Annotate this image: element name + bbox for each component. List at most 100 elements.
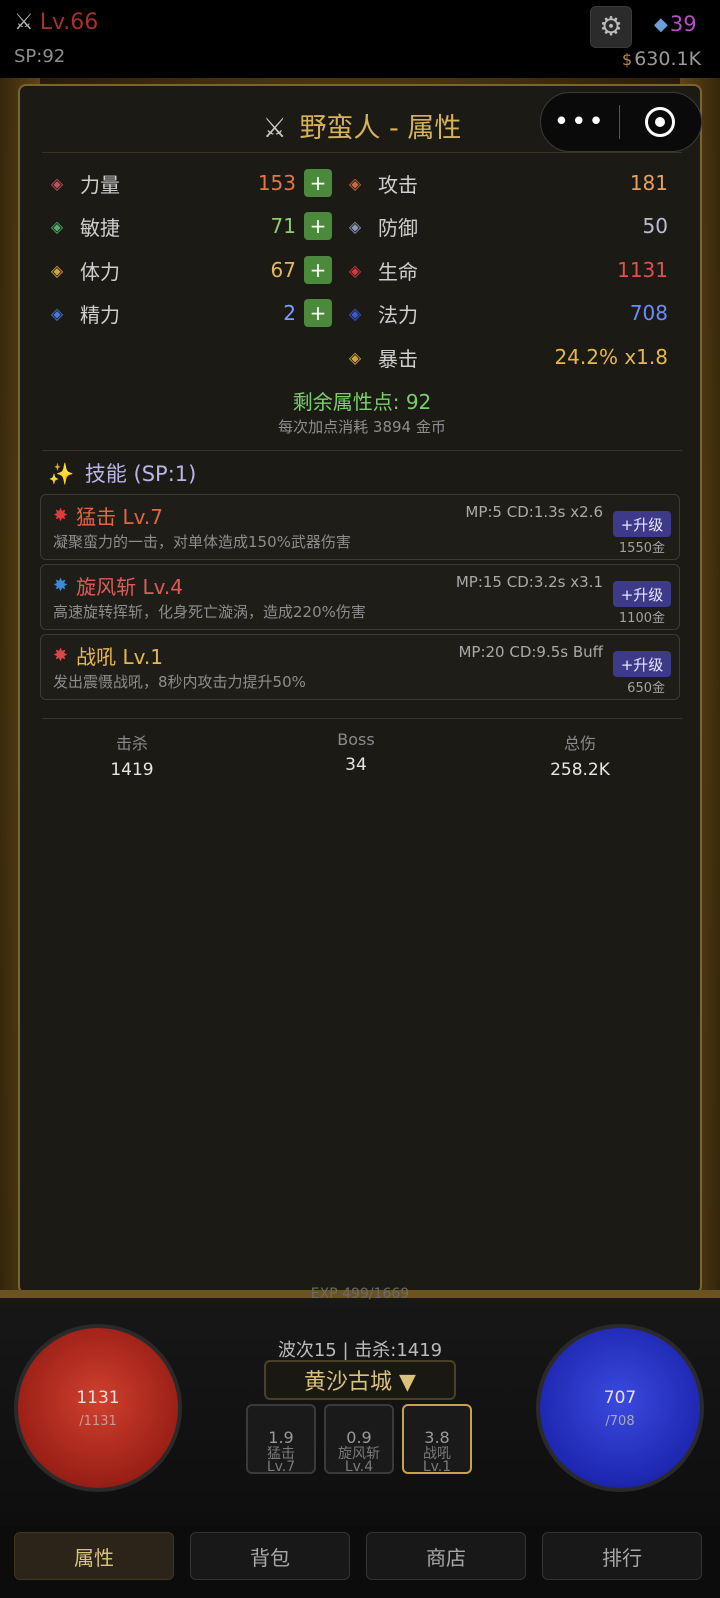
- gold-counter: $ 630.1K: [622, 48, 701, 70]
- player-level: ⚔ Lv.66: [14, 10, 98, 35]
- settings-button[interactable]: ⚙: [590, 6, 632, 48]
- summary-divider: [42, 718, 682, 719]
- stat-value: 67: [270, 258, 296, 282]
- skill-slot[interactable]: 3.8 战吼 Lv.1: [402, 1404, 472, 1475]
- heart-gem-icon: ◈: [348, 260, 362, 280]
- skills-heading: ✨ 技能 (SP:1): [48, 458, 196, 488]
- stat-label: 敏捷: [80, 215, 120, 240]
- skill-name-text: 旋风斩 Lv.4: [76, 575, 183, 599]
- skill-meta: MP:5 CD:1.3s x2.6: [465, 503, 603, 521]
- stat-row-left: ◈ 敏捷: [44, 209, 120, 243]
- stat-label: 防御: [378, 215, 418, 240]
- summary-label: 总伤: [563, 734, 596, 753]
- hp-current: 1131: [76, 1387, 120, 1408]
- skill-name: ✸ 旋风斩 Lv.4: [53, 571, 183, 600]
- add-stat-button[interactable]: +: [304, 169, 332, 197]
- point-cost-note: 每次加点消耗 3894 金币: [278, 418, 446, 436]
- stat-row-right: ◈ 攻击: [342, 166, 418, 200]
- summary-label: 击杀: [115, 734, 148, 753]
- upgrade-cost: 650金: [627, 681, 665, 696]
- crossed-swords-icon: ⚔: [262, 113, 287, 144]
- gold-amount: 630.1K: [634, 48, 702, 70]
- stat-value: 50: [642, 214, 668, 238]
- attribute-panel: ⚔ 野蛮人 - 属性 ✕ ••• ◈力量153+◈敏捷71+◈体力67+◈精力2…: [18, 84, 702, 1294]
- stat-value: 708: [629, 301, 668, 325]
- stat-label: 暴击: [378, 346, 418, 371]
- add-stat-button[interactable]: +: [304, 212, 332, 240]
- mana-gem-icon: ◈: [348, 303, 362, 323]
- exit-miniprogram-button[interactable]: [620, 107, 701, 137]
- skill-slot[interactable]: 0.9 旋风斩 Lv.4: [324, 1404, 394, 1475]
- stat-value: 2: [283, 301, 296, 325]
- gem-count: 39: [669, 12, 697, 36]
- tab-button[interactable]: 排行: [542, 1532, 702, 1580]
- section-divider: [42, 450, 682, 451]
- upgrade-skill-button[interactable]: +升级: [613, 581, 671, 607]
- hp-max: /1131: [79, 1413, 117, 1429]
- skill-card: ✸ 猛击 Lv.7 MP:5 CD:1.3s x2.6 凝聚蛮力的一击，对单体造成15…: [40, 494, 680, 560]
- stat-label: 力量: [80, 172, 120, 197]
- more-menu-button[interactable]: •••: [541, 107, 619, 137]
- skill-name-text: 战吼 Lv.1: [76, 645, 163, 669]
- sun-icon: ◈: [50, 260, 64, 280]
- skill-name: ✸ 猛击 Lv.7: [53, 501, 163, 530]
- crit-icon: ◈: [348, 347, 362, 367]
- zone-selector[interactable]: 黄沙古城 ▼: [264, 1360, 456, 1400]
- skill-card: ✸ 旋风斩 Lv.4 MP:15 CD:3.2s x3.1 高速旋转挥斩，化身死亡漩涡…: [40, 564, 680, 630]
- stat-row-left: ◈ 力量: [44, 166, 120, 200]
- orb-icon: ◈: [50, 303, 64, 323]
- shield-icon: ◈: [348, 216, 362, 236]
- skill-points: SP:92: [14, 46, 66, 67]
- skill-slot[interactable]: 1.9 猛击 Lv.7: [246, 1404, 316, 1475]
- stat-value: 71: [270, 214, 296, 238]
- skill-meta: MP:15 CD:3.2s x3.1: [455, 573, 603, 591]
- summary-stat: 击杀 1419: [42, 730, 222, 780]
- feather-icon: ◈: [50, 216, 64, 236]
- slot-skill-level: Lv.1: [422, 1459, 452, 1475]
- crossed-swords-icon: ◈: [348, 173, 362, 193]
- miniprogram-capsule: •••: [540, 92, 702, 152]
- stat-value: 24.2% x1.8: [554, 345, 668, 369]
- crossed-swords-icon: ⚔: [14, 10, 34, 35]
- skill-card: ✸ 战吼 Lv.1 MP:20 CD:9.5s Buff 发出震慑战吼，8秒内攻击力提…: [40, 634, 680, 700]
- summary-stat: Boss 34: [266, 730, 446, 775]
- panel-title-text: 野蛮人 - 属性: [299, 113, 462, 144]
- tab-button[interactable]: 属性: [14, 1532, 174, 1580]
- skill-meta: MP:20 CD:9.5s Buff: [458, 643, 603, 661]
- stat-row-right: ◈ 暴击: [342, 340, 418, 374]
- skill-name-text: 猛击 Lv.7: [76, 505, 163, 529]
- stat-value: 1131: [617, 258, 668, 282]
- tab-button[interactable]: 背包: [190, 1532, 350, 1580]
- summary-stat: 总伤 258.2K: [490, 730, 670, 780]
- remaining-points: 剩余属性点: 92: [292, 390, 432, 414]
- diamond-icon: ◆: [654, 13, 668, 35]
- stat-label: 精力: [80, 302, 120, 327]
- add-stat-button[interactable]: +: [304, 299, 332, 327]
- stat-value: 153: [257, 171, 296, 195]
- top-status-bar: ⚔ Lv.66 SP:92 ⚙ ◆ 39 $ 630.1K: [0, 0, 720, 78]
- level-text: Lv.66: [39, 10, 99, 35]
- money-bag-icon: $: [622, 49, 633, 69]
- stat-row-right: ◈ 法力: [342, 296, 418, 330]
- sparkles-icon: ✨: [48, 462, 75, 486]
- tab-button[interactable]: 商店: [366, 1532, 526, 1580]
- mp-current: 707: [603, 1387, 637, 1408]
- stat-label: 法力: [378, 302, 418, 327]
- slot-skill-level: Lv.4: [344, 1459, 374, 1475]
- skill-description: 发出震慑战吼，8秒内攻击力提升50%: [53, 673, 306, 691]
- record-icon: [645, 107, 676, 137]
- stat-row-left: ◈ 体力: [44, 253, 120, 287]
- stat-label: 体力: [80, 259, 120, 284]
- cyclone-icon: ✸: [53, 575, 69, 596]
- gear-icon: ⚙: [599, 12, 623, 42]
- title-divider: [42, 152, 682, 153]
- upgrade-skill-button[interactable]: +升级: [613, 511, 671, 537]
- summary-value: 1419: [110, 760, 154, 780]
- add-stat-button[interactable]: +: [304, 256, 332, 284]
- skill-name: ✸ 战吼 Lv.1: [53, 641, 163, 670]
- megaphone-icon: ✸: [53, 645, 69, 666]
- upgrade-skill-button[interactable]: +升级: [613, 651, 671, 677]
- stat-row-right: ◈ 防御: [342, 209, 418, 243]
- stat-row-left: ◈ 精力: [44, 296, 120, 330]
- sword-icon: ◈: [50, 173, 64, 193]
